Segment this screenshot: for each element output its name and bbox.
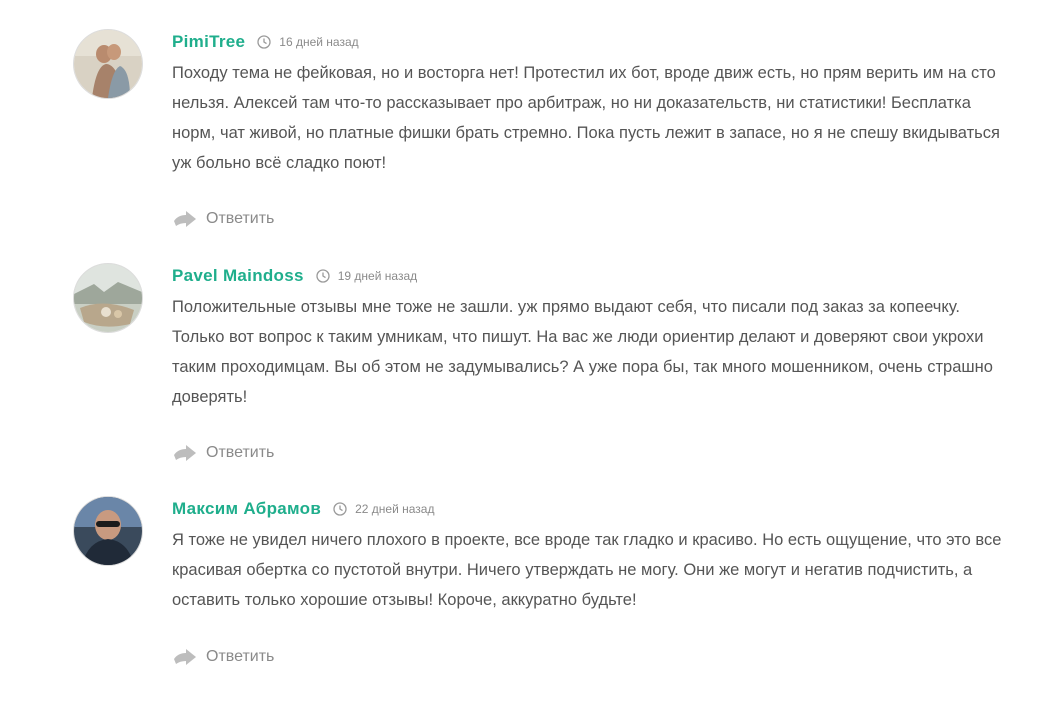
author-name[interactable]: PimiTree — [172, 32, 245, 52]
comment-meta: PimiTree 16 дней назад — [172, 30, 359, 54]
comment-date: 19 дней назад — [337, 269, 418, 283]
reply-button[interactable]: Ответить — [174, 210, 274, 228]
reply-arrow-icon — [174, 445, 206, 461]
comment-meta: Максим Абрамов 22 дней назад — [172, 497, 434, 521]
comment-date: 22 дней назад — [355, 502, 435, 516]
author-name[interactable]: Pavel Maindoss — [172, 266, 304, 286]
reply-label: Ответить — [206, 648, 275, 665]
avatar[interactable] — [74, 497, 142, 565]
clock-icon — [316, 269, 330, 283]
clock-icon — [333, 502, 347, 516]
reply-arrow-icon — [174, 649, 206, 665]
comment-text: Походу тема не фейковая, но и восторга н… — [172, 64, 1000, 172]
comment-date: 16 дней назад — [279, 35, 359, 49]
avatar[interactable] — [74, 30, 142, 98]
comment-meta: Pavel Maindoss 19 дней назад — [172, 264, 417, 288]
author-name[interactable]: Максим Абрамов — [172, 499, 321, 519]
reply-arrow-icon — [174, 211, 206, 227]
comment-text: Я тоже не увидел ничего плохого в проект… — [172, 531, 1002, 609]
reply-label: Ответить — [206, 444, 275, 461]
avatar[interactable] — [74, 264, 142, 332]
reply-button[interactable]: Ответить — [174, 444, 274, 462]
clock-icon — [257, 35, 271, 49]
reply-button[interactable]: Ответить — [174, 648, 274, 666]
comment-text: Положительные отзывы мне тоже не зашли. … — [172, 298, 993, 406]
reply-label: Ответить — [206, 210, 275, 227]
